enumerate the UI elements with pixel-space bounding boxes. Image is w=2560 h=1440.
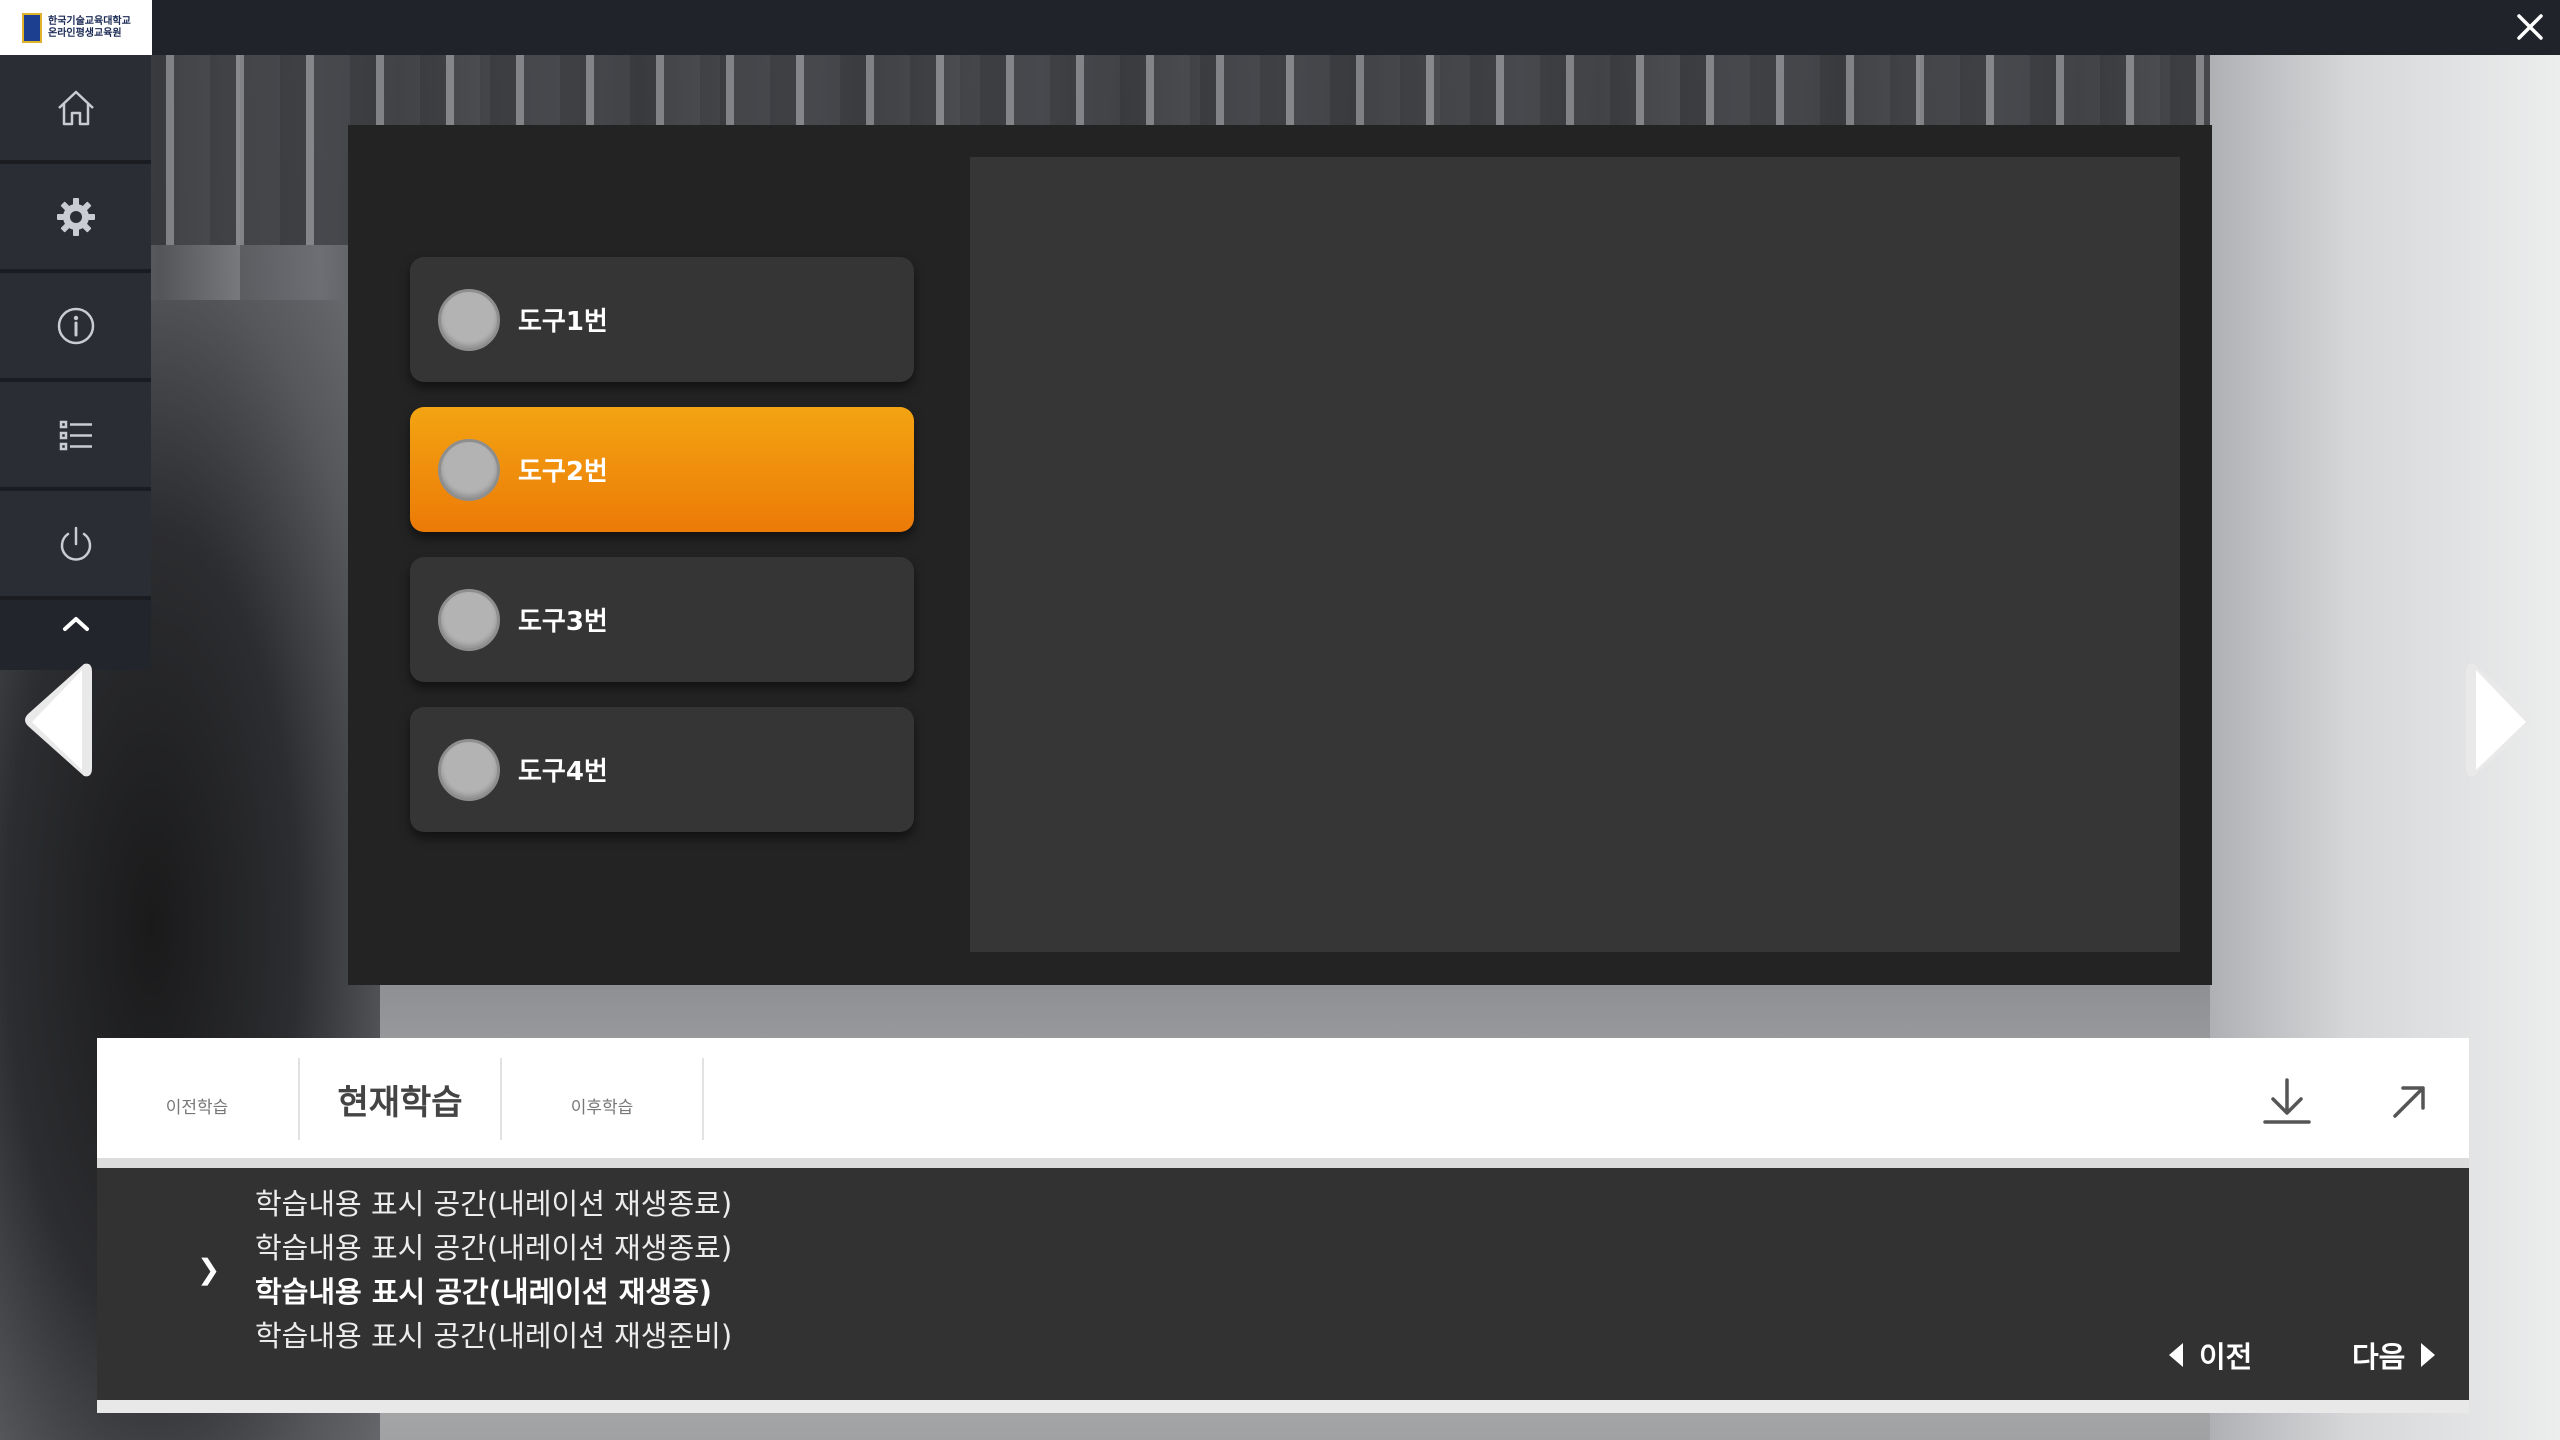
sidebar-collapse-button[interactable] <box>0 600 151 645</box>
previous-scene-arrow[interactable] <box>22 660 92 780</box>
previous-button[interactable]: 이전 <box>2167 1333 2252 1377</box>
tool-label: 도구4번 <box>518 757 608 787</box>
chevron-up-icon <box>62 616 89 631</box>
next-label: 다음 <box>2352 1340 2406 1374</box>
expand-button[interactable] <box>2381 1074 2437 1130</box>
tab-current-learning[interactable]: 현재학습 <box>300 1058 500 1140</box>
tab-divider <box>702 1058 704 1140</box>
tool-label: 도구1번 <box>518 307 608 337</box>
learning-tabs: 이전학습 현재학습 이후학습 <box>97 1038 2469 1158</box>
learning-line-playing: 학습내용 표시 공간(내레이션 재생중) <box>255 1275 712 1309</box>
home-icon <box>57 90 94 125</box>
external-link-icon <box>2393 1086 2425 1118</box>
stage: 한국기술교육대학교 온라인평생교육원 도구1번 도구2번 도구3번 도구4번 이… <box>0 0 2560 1440</box>
learning-line: 학습내용 표시 공간(내레이션 재생종료) <box>255 1231 733 1265</box>
logo: 한국기술교육대학교 온라인평생교육원 <box>0 0 152 55</box>
download-icon <box>2263 1078 2311 1124</box>
info-button[interactable] <box>0 273 151 382</box>
close-button[interactable] <box>2510 7 2550 47</box>
tool-radio <box>438 738 500 801</box>
playing-marker-icon: ❯ <box>197 1253 221 1286</box>
home-button[interactable] <box>0 55 151 164</box>
tool-label: 도구2번 <box>518 457 608 487</box>
power-icon <box>60 526 91 561</box>
tool-item-4[interactable]: 도구4번 <box>410 707 914 832</box>
tool-radio <box>438 588 500 651</box>
settings-button[interactable] <box>0 164 151 273</box>
list-icon <box>59 420 92 450</box>
learning-separator <box>97 1158 2469 1168</box>
top-bar: 한국기술교육대학교 온라인평생교육원 <box>0 0 2560 55</box>
tab-next-learning[interactable]: 이후학습 <box>502 1058 702 1140</box>
tool-panel: 도구1번 도구2번 도구3번 도구4번 <box>348 125 2212 985</box>
tab-previous-learning[interactable]: 이전학습 <box>97 1058 297 1140</box>
info-icon <box>57 307 94 344</box>
contents-list-button[interactable] <box>0 382 151 491</box>
tool-item-3[interactable]: 도구3번 <box>410 557 914 682</box>
learning-line: 학습내용 표시 공간(내레이션 재생종료) <box>255 1187 733 1221</box>
next-scene-arrow[interactable] <box>2466 660 2536 780</box>
power-button[interactable] <box>0 491 151 600</box>
tool-radio <box>438 438 500 501</box>
learning-panel: 이전학습 현재학습 이후학습 학습내용 표시 공간(내레이션 재생종료) 학습내… <box>97 1038 2469 1413</box>
logo-emblem <box>22 12 42 43</box>
tool-preview-area <box>970 157 2180 952</box>
tool-item-2[interactable]: 도구2번 <box>410 407 914 532</box>
tool-radio <box>438 288 500 351</box>
arrow-left-icon <box>25 663 92 777</box>
download-button[interactable] <box>2259 1074 2315 1130</box>
arrow-right-icon <box>2466 663 2533 777</box>
previous-label: 이전 <box>2199 1340 2253 1374</box>
tool-label: 도구3번 <box>518 607 608 637</box>
logo-text: 한국기술교육대학교 온라인평생교육원 <box>48 15 131 39</box>
next-button[interactable]: 다음 <box>2352 1333 2437 1377</box>
sidebar <box>0 55 151 670</box>
gear-icon <box>56 197 95 236</box>
tool-item-1[interactable]: 도구1번 <box>410 257 914 382</box>
learning-footer <box>97 1400 2469 1413</box>
caret-right-icon <box>2421 1343 2436 1367</box>
caret-left-icon <box>2169 1343 2183 1367</box>
close-icon <box>2517 14 2543 40</box>
learning-line: 학습내용 표시 공간(내레이션 재생준비) <box>255 1319 733 1353</box>
learning-content: 학습내용 표시 공간(내레이션 재생종료) 학습내용 표시 공간(내레이션 재생… <box>97 1168 2469 1400</box>
